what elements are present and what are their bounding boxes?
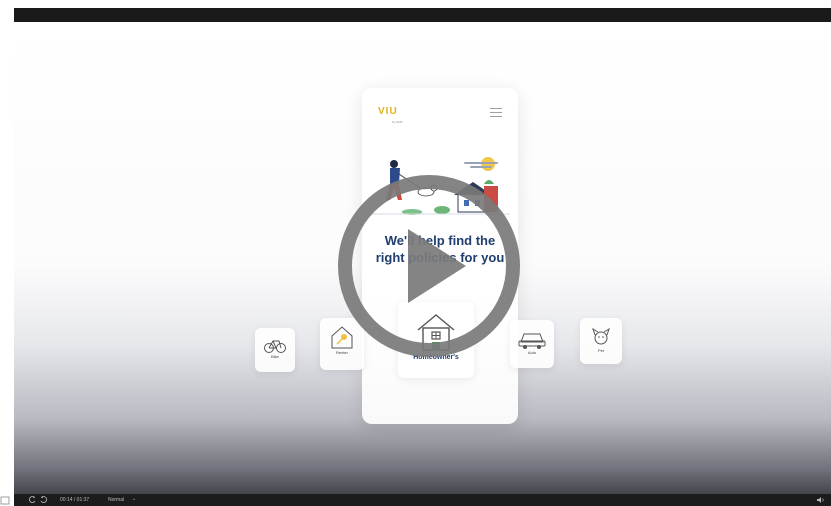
category-card-bike[interactable]: Bike [255,328,295,372]
app-logo: VIU [378,106,398,117]
category-card-pet[interactable]: Pet [580,318,622,364]
category-label-bike: Bike [271,354,279,359]
playback-speed-select[interactable]: Normal [108,497,124,503]
rewind-icon[interactable] [28,496,36,504]
player-top-bar [14,8,831,22]
video-frame[interactable]: VIU by HUB We'll help find the right for… [14,22,831,494]
dog-icon [592,327,610,345]
bicycle-icon [264,340,286,353]
app-logo-tagline: by HUB [392,120,403,124]
forward-icon[interactable] [40,496,48,504]
category-label-pet: Pet [597,348,604,353]
volume-icon[interactable] [816,496,825,504]
play-icon[interactable] [336,173,522,359]
hamburger-menu-icon [490,108,502,117]
video-player[interactable]: VIU by HUB We'll help find the right for… [14,8,831,506]
grid-icon[interactable] [0,495,12,506]
time-display: 00:14 / 01:37 [60,497,90,503]
chevron-down-icon[interactable]: ⌄ [132,496,136,502]
player-controls: 00:14 / 01:37 Normal ⌄ [14,494,831,506]
